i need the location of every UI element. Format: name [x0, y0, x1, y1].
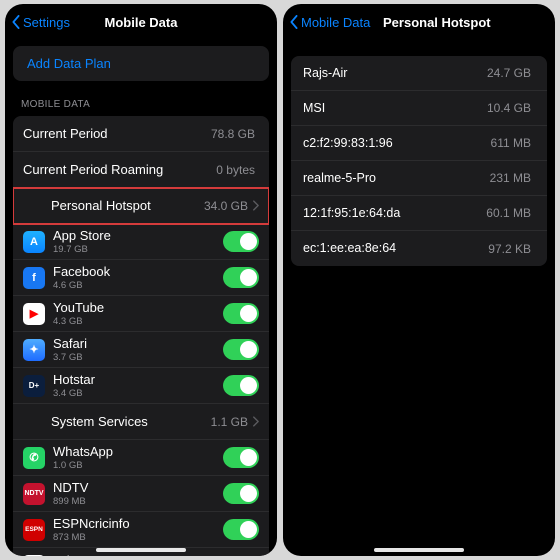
chevron-right-icon	[252, 200, 259, 211]
app-usage: 3.7 GB	[53, 352, 217, 363]
ndtv-icon: NDTV	[23, 483, 45, 505]
device-name: realme-5-Pro	[303, 171, 490, 186]
navbar: Settings Mobile Data	[5, 4, 277, 40]
app-row[interactable]: A App Store 19.7 GB	[13, 224, 269, 260]
app-row[interactable]: ▶ YouTube 4.3 GB	[13, 296, 269, 332]
home-indicator[interactable]	[374, 548, 464, 552]
devices-group: Rajs-Air 24.7 GB MSI 10.4 GB c2:f2:99:83…	[291, 56, 547, 266]
current-period-label: Current Period	[23, 126, 211, 142]
device-row[interactable]: 12:1f:95:1e:64:da 60.1 MB	[291, 196, 547, 231]
app-row[interactable]: ESPN ESPNcricinfo 873 MB	[13, 512, 269, 548]
hotspot-label: Personal Hotspot	[51, 198, 204, 214]
device-row[interactable]: Rajs-Air 24.7 GB	[291, 56, 547, 91]
chevron-right-icon	[252, 416, 259, 427]
right-screen: Mobile Data Personal Hotspot Rajs-Air 24…	[283, 4, 555, 556]
system-services-label: System Services	[51, 414, 211, 430]
device-name: 12:1f:95:1e:64:da	[303, 206, 486, 221]
app-usage: 19.7 GB	[53, 244, 217, 255]
appstore-icon: A	[23, 231, 45, 253]
device-usage: 231 MB	[490, 171, 531, 185]
espn-icon: ESPN	[23, 519, 45, 541]
device-name: MSI	[303, 101, 487, 116]
fb-icon: f	[23, 267, 45, 289]
app-toggle[interactable]	[223, 339, 259, 360]
device-name: c2:f2:99:83:1:96	[303, 136, 491, 151]
back-label: Mobile Data	[301, 15, 370, 30]
device-usage: 611 MB	[491, 136, 531, 150]
device-row[interactable]: ec:1:ee:ea:8e:64 97.2 KB	[291, 231, 547, 266]
content: Add Data Plan MOBILE DATA Current Period…	[5, 40, 277, 556]
app-name: YouTube	[53, 300, 217, 316]
app-name: NDTV	[53, 480, 217, 496]
app-toggle[interactable]	[223, 556, 259, 557]
app-name: Facebook	[53, 264, 217, 280]
system-services-row[interactable]: System Services 1.1 GB	[13, 404, 269, 440]
app-toggle[interactable]	[223, 303, 259, 324]
app-row[interactable]: D+ Hotstar 3.4 GB	[13, 368, 269, 404]
device-usage: 24.7 GB	[487, 66, 531, 80]
current-period-value: 78.8 GB	[211, 127, 255, 141]
app-usage: 1.0 GB	[53, 460, 217, 471]
usage-group: Current Period 78.8 GB Current Period Ro…	[13, 116, 269, 556]
app-name: WhatsApp	[53, 444, 217, 460]
add-data-plan-button[interactable]: Add Data Plan	[13, 46, 269, 81]
section-header: MOBILE DATA	[5, 81, 277, 116]
device-usage: 10.4 GB	[487, 101, 531, 115]
left-screen: Settings Mobile Data Add Data Plan MOBIL…	[5, 4, 277, 556]
device-usage: 97.2 KB	[488, 242, 531, 256]
current-period-row[interactable]: Current Period 78.8 GB	[13, 116, 269, 152]
roaming-row[interactable]: Current Period Roaming 0 bytes	[13, 152, 269, 188]
app-usage: 3.4 GB	[53, 388, 217, 399]
app-usage: 4.3 GB	[53, 316, 217, 327]
device-row[interactable]: c2:f2:99:83:1:96 611 MB	[291, 126, 547, 161]
app-name: Safari	[53, 336, 217, 352]
app-row[interactable]: f Facebook 4.6 GB	[13, 260, 269, 296]
safari-icon: ✦	[23, 339, 45, 361]
device-row[interactable]: MSI 10.4 GB	[291, 91, 547, 126]
content: Rajs-Air 24.7 GB MSI 10.4 GB c2:f2:99:83…	[283, 40, 555, 556]
hotspot-value: 34.0 GB	[204, 199, 248, 213]
back-button[interactable]: Mobile Data	[289, 15, 370, 30]
app-name: Drive	[53, 553, 217, 557]
chevron-left-icon	[289, 15, 299, 29]
back-label: Settings	[23, 15, 70, 30]
app-row[interactable]: ✦ Safari 3.7 GB	[13, 332, 269, 368]
app-toggle[interactable]	[223, 483, 259, 504]
app-usage: 899 MB	[53, 496, 217, 507]
app-name: App Store	[53, 228, 217, 244]
chevron-left-icon	[11, 15, 21, 29]
app-name: ESPNcricinfo	[53, 516, 217, 532]
app-toggle[interactable]	[223, 375, 259, 396]
device-usage: 60.1 MB	[486, 206, 531, 220]
hotstar-icon: D+	[23, 375, 45, 397]
roaming-value: 0 bytes	[216, 163, 255, 177]
device-name: Rajs-Air	[303, 66, 487, 81]
personal-hotspot-row[interactable]: Personal Hotspot 34.0 GB	[13, 188, 269, 224]
app-usage: 4.6 GB	[53, 280, 217, 291]
device-row[interactable]: realme-5-Pro 231 MB	[291, 161, 547, 196]
app-row[interactable]: NDTV NDTV 899 MB	[13, 476, 269, 512]
app-usage: 873 MB	[53, 532, 217, 543]
app-toggle[interactable]	[223, 519, 259, 540]
home-indicator[interactable]	[96, 548, 186, 552]
yt-icon: ▶	[23, 303, 45, 325]
device-name: ec:1:ee:ea:8e:64	[303, 241, 488, 256]
app-toggle[interactable]	[223, 447, 259, 468]
navbar: Mobile Data Personal Hotspot	[283, 4, 555, 40]
app-name: Hotstar	[53, 372, 217, 388]
whatsapp-icon: ✆	[23, 447, 45, 469]
app-row[interactable]: ✆ WhatsApp 1.0 GB	[13, 440, 269, 476]
system-services-value: 1.1 GB	[211, 415, 248, 429]
app-toggle[interactable]	[223, 267, 259, 288]
back-button[interactable]: Settings	[11, 15, 70, 30]
app-toggle[interactable]	[223, 231, 259, 252]
roaming-label: Current Period Roaming	[23, 162, 216, 178]
drive-icon	[23, 555, 45, 556]
